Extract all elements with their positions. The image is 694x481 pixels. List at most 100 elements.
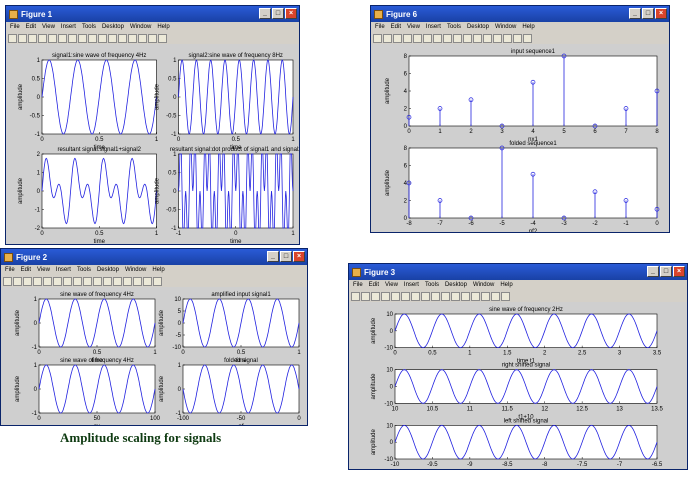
- pan-icon[interactable]: [421, 291, 430, 301]
- print-icon[interactable]: [381, 291, 390, 301]
- maximize-button[interactable]: □: [272, 8, 284, 19]
- colorbar-icon[interactable]: [471, 291, 480, 301]
- menu-item-view[interactable]: View: [385, 282, 398, 288]
- zoom-in-icon[interactable]: [423, 33, 432, 43]
- brush-icon[interactable]: [103, 276, 112, 286]
- zoom-out-icon[interactable]: [63, 276, 72, 286]
- brush-icon[interactable]: [473, 33, 482, 43]
- new-file-icon[interactable]: [373, 33, 382, 43]
- hide-tools-icon[interactable]: [491, 291, 500, 301]
- arrow-icon[interactable]: [48, 33, 57, 43]
- new-file-icon[interactable]: [8, 33, 17, 43]
- menu-item-view[interactable]: View: [37, 267, 50, 273]
- hide-tools-icon[interactable]: [513, 33, 522, 43]
- hide-tools-icon[interactable]: [148, 33, 157, 43]
- colorbar-icon[interactable]: [493, 33, 502, 43]
- legend-icon[interactable]: [133, 276, 142, 286]
- menu-item-edit[interactable]: Edit: [391, 24, 401, 30]
- brush-icon[interactable]: [451, 291, 460, 301]
- colorbar-icon[interactable]: [128, 33, 137, 43]
- menu-item-window[interactable]: Window: [495, 24, 516, 30]
- data-cursor-icon[interactable]: [463, 33, 472, 43]
- save-icon[interactable]: [393, 33, 402, 43]
- link-icon[interactable]: [461, 291, 470, 301]
- menu-item-tools[interactable]: Tools: [447, 24, 461, 30]
- zoom-in-icon[interactable]: [53, 276, 62, 286]
- brush-icon[interactable]: [108, 33, 117, 43]
- menu-item-desktop[interactable]: Desktop: [102, 24, 124, 30]
- zoom-out-icon[interactable]: [433, 33, 442, 43]
- menu-item-desktop[interactable]: Desktop: [467, 24, 489, 30]
- zoom-in-icon[interactable]: [58, 33, 67, 43]
- link-icon[interactable]: [113, 276, 122, 286]
- print-icon[interactable]: [33, 276, 42, 286]
- menu-item-insert[interactable]: Insert: [61, 24, 76, 30]
- menu-item-tools[interactable]: Tools: [77, 267, 91, 273]
- link-icon[interactable]: [483, 33, 492, 43]
- menu-item-help[interactable]: Help: [500, 282, 512, 288]
- rotate-icon[interactable]: [431, 291, 440, 301]
- legend-icon[interactable]: [503, 33, 512, 43]
- menu-item-tools[interactable]: Tools: [82, 24, 96, 30]
- zoom-out-icon[interactable]: [411, 291, 420, 301]
- pan-icon[interactable]: [73, 276, 82, 286]
- save-icon[interactable]: [23, 276, 32, 286]
- show-tools-icon[interactable]: [501, 291, 510, 301]
- show-tools-icon[interactable]: [523, 33, 532, 43]
- menu-item-window[interactable]: Window: [130, 24, 151, 30]
- data-cursor-icon[interactable]: [98, 33, 107, 43]
- minimize-button[interactable]: _: [647, 266, 659, 277]
- menu-item-edit[interactable]: Edit: [26, 24, 36, 30]
- print-icon[interactable]: [38, 33, 47, 43]
- legend-icon[interactable]: [481, 291, 490, 301]
- arrow-icon[interactable]: [43, 276, 52, 286]
- zoom-in-icon[interactable]: [401, 291, 410, 301]
- menu-item-file[interactable]: File: [375, 24, 385, 30]
- rotate-icon[interactable]: [83, 276, 92, 286]
- hide-tools-icon[interactable]: [143, 276, 152, 286]
- menu-item-file[interactable]: File: [5, 267, 15, 273]
- arrow-icon[interactable]: [413, 33, 422, 43]
- maximize-button[interactable]: □: [642, 8, 654, 19]
- menu-item-edit[interactable]: Edit: [21, 267, 31, 273]
- arrow-icon[interactable]: [391, 291, 400, 301]
- zoom-out-icon[interactable]: [68, 33, 77, 43]
- save-icon[interactable]: [371, 291, 380, 301]
- menu-item-insert[interactable]: Insert: [56, 267, 71, 273]
- pan-icon[interactable]: [78, 33, 87, 43]
- minimize-button[interactable]: _: [629, 8, 641, 19]
- menu-item-view[interactable]: View: [407, 24, 420, 30]
- open-icon[interactable]: [361, 291, 370, 301]
- data-cursor-icon[interactable]: [93, 276, 102, 286]
- save-icon[interactable]: [28, 33, 37, 43]
- menu-item-desktop[interactable]: Desktop: [445, 282, 467, 288]
- menu-item-view[interactable]: View: [42, 24, 55, 30]
- close-button[interactable]: ×: [673, 266, 685, 277]
- show-tools-icon[interactable]: [158, 33, 167, 43]
- pan-icon[interactable]: [443, 33, 452, 43]
- data-cursor-icon[interactable]: [441, 291, 450, 301]
- close-button[interactable]: ×: [655, 8, 667, 19]
- rotate-icon[interactable]: [453, 33, 462, 43]
- menu-item-insert[interactable]: Insert: [426, 24, 441, 30]
- show-tools-icon[interactable]: [153, 276, 162, 286]
- new-file-icon[interactable]: [3, 276, 12, 286]
- menu-item-file[interactable]: File: [353, 282, 363, 288]
- menu-item-help[interactable]: Help: [152, 267, 164, 273]
- menu-item-tools[interactable]: Tools: [425, 282, 439, 288]
- menu-item-file[interactable]: File: [10, 24, 20, 30]
- minimize-button[interactable]: _: [259, 8, 271, 19]
- maximize-button[interactable]: □: [660, 266, 672, 277]
- print-icon[interactable]: [403, 33, 412, 43]
- open-icon[interactable]: [18, 33, 27, 43]
- maximize-button[interactable]: □: [280, 251, 292, 262]
- menu-item-desktop[interactable]: Desktop: [97, 267, 119, 273]
- menu-item-edit[interactable]: Edit: [369, 282, 379, 288]
- rotate-icon[interactable]: [88, 33, 97, 43]
- open-icon[interactable]: [383, 33, 392, 43]
- menu-item-help[interactable]: Help: [157, 24, 169, 30]
- link-icon[interactable]: [118, 33, 127, 43]
- menu-item-window[interactable]: Window: [125, 267, 146, 273]
- close-button[interactable]: ×: [285, 8, 297, 19]
- colorbar-icon[interactable]: [123, 276, 132, 286]
